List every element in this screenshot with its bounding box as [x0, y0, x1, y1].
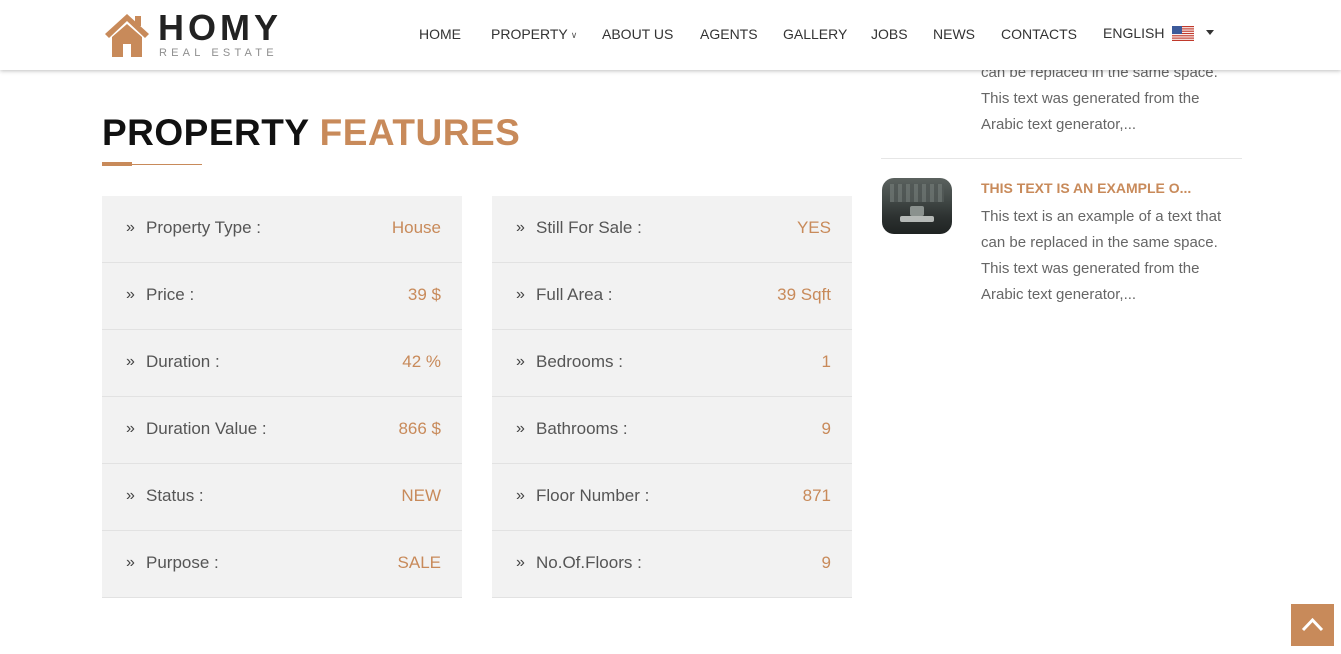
double-chevron-right-icon: »: [126, 219, 135, 236]
nav-property-label: PROPERTY: [491, 26, 568, 42]
feature-row-still-for-sale: » Still For Sale : YES: [492, 196, 852, 263]
double-chevron-right-icon: »: [126, 353, 135, 370]
feature-value: 9: [821, 553, 831, 572]
nav-gallery[interactable]: GALLERY: [783, 23, 847, 45]
site-header: HOMY REAL ESTATE HOME PROPERTY ∨ ABOUT US…: [0, 0, 1341, 70]
feature-row-purpose: » Purpose : SALE: [102, 531, 462, 598]
feature-label: Floor Number :: [536, 486, 650, 505]
double-chevron-right-icon: »: [126, 554, 135, 571]
features-list-right: » Still For Sale : YES » Full Area : 39 …: [492, 196, 852, 598]
feature-label: Bedrooms :: [536, 352, 623, 371]
caret-down-icon: [1206, 30, 1215, 35]
double-chevron-right-icon: »: [516, 353, 525, 370]
sidebar-post-excerpt: can be replaced in the same space. This …: [981, 64, 1218, 133]
feature-row-property-type: » Property Type : House: [102, 196, 462, 263]
feature-label: Duration :: [146, 352, 220, 371]
feature-row-full-area: » Full Area : 39 Sqft: [492, 263, 852, 330]
nav-home[interactable]: HOME: [419, 23, 461, 45]
chevron-down-icon: ∨: [570, 30, 578, 40]
feature-label: Property Type :: [146, 218, 261, 237]
feature-row-floor-number: » Floor Number : 871: [492, 464, 852, 531]
feature-row-price: » Price : 39 $: [102, 263, 462, 330]
sidebar-post-title[interactable]: THIS TEXT IS AN EXAMPLE O...: [981, 180, 1241, 196]
house-logo-icon: [105, 14, 149, 57]
language-selector[interactable]: ENGLISH: [1103, 22, 1215, 44]
feature-label: Full Area :: [536, 285, 613, 304]
double-chevron-right-icon: »: [126, 487, 135, 504]
section-title: PROPERTY FEATURES: [102, 111, 520, 155]
feature-value: NEW: [401, 486, 441, 505]
feature-label: Price :: [146, 285, 195, 304]
feature-label: Purpose :: [146, 553, 219, 572]
logo-wordmark: HOMY: [158, 7, 282, 48]
double-chevron-right-icon: »: [126, 420, 135, 437]
section-title-accent: FEATURES: [319, 112, 521, 153]
feature-value: 39 Sqft: [777, 285, 831, 304]
nav-contacts[interactable]: CONTACTS: [1001, 23, 1077, 45]
double-chevron-right-icon: »: [516, 219, 525, 236]
double-chevron-right-icon: »: [516, 286, 525, 303]
title-underline-accent: [102, 162, 132, 166]
feature-row-status: » Status : NEW: [102, 464, 462, 531]
feature-label: Status :: [146, 486, 204, 505]
feature-row-duration: » Duration : 42 %: [102, 330, 462, 397]
nav-jobs[interactable]: JOBS: [871, 23, 908, 45]
chevron-up-icon: [1301, 617, 1324, 632]
feature-value: 871: [802, 486, 831, 505]
feature-value: 42 %: [402, 352, 441, 371]
feature-row-duration-value: » Duration Value : 866 $: [102, 397, 462, 464]
nav-news[interactable]: NEWS: [933, 23, 975, 45]
double-chevron-right-icon: »: [516, 420, 525, 437]
scroll-to-top-button[interactable]: [1291, 604, 1334, 646]
feature-value: SALE: [397, 553, 441, 572]
feature-label: Still For Sale :: [536, 218, 642, 237]
double-chevron-right-icon: »: [516, 487, 525, 504]
feature-label: No.Of.Floors :: [536, 553, 642, 572]
features-list-left: » Property Type : House » Price : 39 $ »…: [102, 196, 462, 598]
nav-property[interactable]: PROPERTY ∨: [491, 23, 577, 46]
feature-row-bathrooms: » Bathrooms : 9: [492, 397, 852, 464]
feature-row-bedrooms: » Bedrooms : 1: [492, 330, 852, 397]
feature-value: 9: [821, 419, 831, 438]
sidebar-post-excerpt: This text is an example of a text that c…: [981, 208, 1222, 303]
feature-label: Duration Value :: [146, 419, 267, 438]
language-label: ENGLISH: [1103, 25, 1165, 41]
feature-value: House: [391, 218, 441, 237]
sidebar-post-thumbnail[interactable]: [882, 178, 952, 234]
double-chevron-right-icon: »: [516, 554, 525, 571]
feature-row-number-of-floors: » No.Of.Floors : 9: [492, 531, 852, 598]
feature-value: 39 $: [407, 285, 441, 304]
us-flag-icon: [1172, 26, 1195, 41]
nav-agents[interactable]: AGENTS: [700, 23, 758, 45]
feature-value: 1: [821, 352, 831, 371]
logo-tagline: REAL ESTATE: [159, 47, 278, 59]
feature-label: Bathrooms :: [536, 419, 628, 438]
feature-value: YES: [796, 218, 831, 237]
nav-about-us[interactable]: ABOUT US: [602, 23, 673, 45]
section-title-main: PROPERTY: [102, 112, 309, 153]
double-chevron-right-icon: »: [126, 286, 135, 303]
site-logo[interactable]: HOMY REAL ESTATE: [102, 8, 292, 62]
feature-value: 866 $: [398, 419, 441, 438]
